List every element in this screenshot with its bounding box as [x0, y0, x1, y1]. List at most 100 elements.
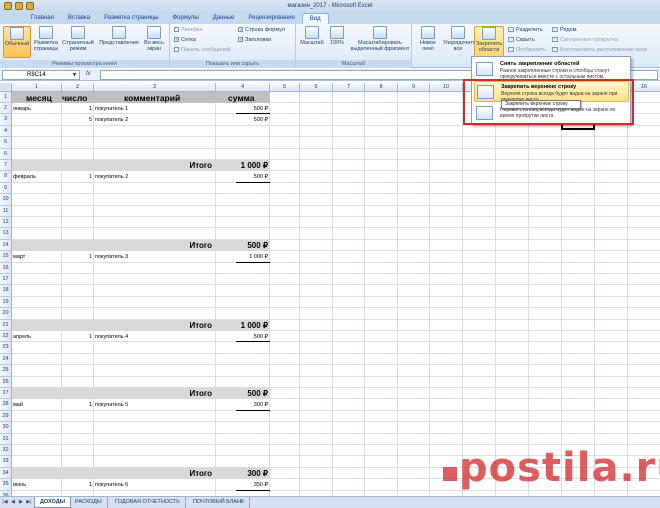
total-value[interactable]: 500 ₽ — [216, 389, 268, 398]
number-cell[interactable]: 1 — [62, 333, 94, 341]
row-header[interactable]: 11 — [0, 205, 12, 217]
total-value[interactable]: 1 000 ₽ — [216, 161, 268, 170]
sheet-tab-mail-form[interactable]: ПОЧТОВЫЙ БЛАНК — [188, 497, 251, 508]
row-header[interactable]: 2 — [0, 103, 12, 115]
column-header[interactable]: 10 — [430, 83, 463, 92]
new-window-button[interactable]: Новое окно — [414, 26, 442, 58]
column-header[interactable]: 7 — [333, 83, 365, 92]
column-header[interactable]: 6 — [300, 83, 333, 92]
total-value[interactable]: 500 ₽ — [216, 241, 268, 250]
column-header[interactable]: 2 — [62, 83, 94, 92]
zoom-100-button[interactable]: 100% — [326, 26, 348, 58]
sheet-tab-annual-report[interactable]: ГОДОВАЯ ОТЧЕТНОСТЬ — [110, 497, 186, 508]
freeze-panes-button[interactable]: Закрепить области — [474, 26, 504, 58]
row-header[interactable]: 24 — [0, 353, 12, 366]
row-header[interactable]: 7 — [0, 160, 12, 172]
gridlines-checkbox[interactable]: ✓ Сетка — [174, 37, 196, 43]
table-header-cell[interactable]: месяц — [26, 93, 52, 103]
comment-cell[interactable]: покупатель 2 — [95, 116, 217, 124]
row-header[interactable]: 28 — [0, 399, 12, 411]
comment-cell[interactable]: покупатель 4 — [95, 333, 217, 341]
full-screen-button[interactable]: Во весь экран — [140, 26, 168, 58]
tab-formulas[interactable]: Формулы — [166, 13, 206, 24]
next-sheet-icon[interactable]: ▶ — [18, 499, 24, 505]
message-bar-checkbox[interactable]: Панель сообщений — [174, 47, 230, 53]
comment-cell[interactable]: покупатель 1 — [95, 105, 217, 113]
page-break-button[interactable]: Страничный режим — [61, 26, 95, 58]
sum-cell[interactable]: 300 ₽ — [216, 401, 270, 409]
tab-page-layout[interactable]: Разметка страницы — [97, 13, 165, 24]
sum-cell[interactable]: 500 ₽ — [216, 116, 270, 124]
row-header[interactable]: 15 — [0, 251, 12, 263]
chevron-down-icon[interactable]: ▼ — [72, 71, 77, 80]
unhide-button[interactable]: Отобразить — [508, 47, 546, 53]
total-label[interactable]: Итого — [94, 241, 212, 250]
row-header[interactable]: 31 — [0, 433, 12, 445]
row-header[interactable]: 10 — [0, 194, 12, 206]
row-header[interactable]: 18 — [0, 285, 12, 297]
headings-checkbox[interactable]: ✓ Заголовки — [238, 37, 271, 43]
number-cell[interactable]: 1 — [62, 481, 94, 489]
row-header[interactable]: 21 — [0, 319, 12, 331]
tab-view[interactable]: Вид — [301, 13, 329, 24]
column-header[interactable]: 4 — [216, 83, 270, 92]
tab-review[interactable]: Рецензирование — [241, 13, 301, 24]
month-cell[interactable]: апрель — [13, 333, 63, 341]
row-header[interactable]: 13 — [0, 228, 12, 240]
last-sheet-icon[interactable]: ▶| — [26, 499, 32, 505]
table-header-cell[interactable]: сумма — [228, 93, 255, 103]
month-cell[interactable]: май — [13, 401, 63, 409]
total-label[interactable]: Итого — [94, 469, 212, 478]
custom-views-button[interactable]: Представления — [99, 26, 139, 58]
month-cell[interactable]: июнь — [13, 481, 63, 489]
row-header[interactable]: 4 — [0, 125, 12, 138]
number-cell[interactable]: 5 — [62, 116, 94, 124]
formula-bar-checkbox[interactable]: ✓ Строка формул — [238, 27, 285, 33]
sum-cell[interactable]: 350 ₽ — [216, 481, 270, 489]
row-header[interactable]: 32 — [0, 445, 12, 457]
reset-position-button[interactable]: Восстановить расположение окна — [552, 47, 647, 53]
row-header[interactable]: 9 — [0, 182, 12, 195]
unfreeze-panes-item[interactable]: Снять закрепление областей Разное закреп… — [474, 59, 629, 80]
row-header[interactable]: 25 — [0, 365, 12, 377]
row-header[interactable]: 29 — [0, 410, 12, 423]
row-header[interactable]: 20 — [0, 308, 12, 320]
month-cell[interactable]: январь — [13, 105, 63, 113]
comment-cell[interactable]: покупатель 3 — [95, 253, 217, 261]
normal-view-button[interactable]: Обычный — [3, 26, 31, 58]
row-header[interactable]: 16 — [0, 262, 12, 274]
row-header[interactable]: 17 — [0, 274, 12, 286]
select-all-corner[interactable] — [0, 83, 12, 92]
ruler-checkbox[interactable]: Линейка — [174, 27, 202, 33]
number-cell[interactable]: 1 — [62, 253, 94, 261]
zoom-selection-button[interactable]: Масштабировать выделенный фрагмент — [350, 26, 410, 58]
side-by-side-button[interactable]: Рядом — [552, 27, 577, 33]
comment-cell[interactable]: покупатель 2 — [95, 173, 217, 181]
prev-sheet-icon[interactable]: ◀ — [10, 499, 16, 505]
row-header[interactable]: 23 — [0, 342, 12, 354]
split-button[interactable]: Разделить — [508, 27, 543, 33]
arrange-all-button[interactable]: Упорядочить все — [443, 26, 476, 58]
sum-cell[interactable]: 500 ₽ — [216, 105, 270, 113]
zoom-button[interactable]: Масштаб — [298, 26, 326, 58]
total-value[interactable]: 1 000 ₽ — [216, 321, 268, 330]
total-label[interactable]: Итого — [94, 161, 212, 170]
column-header[interactable]: 3 — [94, 83, 216, 92]
comment-cell[interactable]: покупатель 5 — [95, 401, 217, 409]
number-cell[interactable]: 1 — [62, 105, 94, 113]
row-header[interactable]: 8 — [0, 171, 12, 183]
row-header[interactable]: 30 — [0, 422, 12, 434]
row-header[interactable]: 1 — [0, 92, 12, 103]
row-header[interactable]: 12 — [0, 217, 12, 229]
name-box[interactable]: R8C14 ▼ — [2, 70, 80, 80]
row-header[interactable]: 19 — [0, 296, 12, 309]
month-cell[interactable]: март — [13, 253, 63, 261]
column-header[interactable]: 5 — [270, 83, 300, 92]
month-cell[interactable]: февраль — [13, 173, 63, 181]
table-header-cell[interactable]: комментарий — [124, 93, 180, 103]
worksheet-grid[interactable]: 1234567891011121314151612345678910111213… — [0, 83, 660, 496]
row-header[interactable]: 34 — [0, 467, 12, 480]
column-header[interactable]: 8 — [365, 83, 398, 92]
tab-data[interactable]: Данные — [206, 13, 242, 24]
number-cell[interactable]: 1 — [62, 173, 94, 181]
